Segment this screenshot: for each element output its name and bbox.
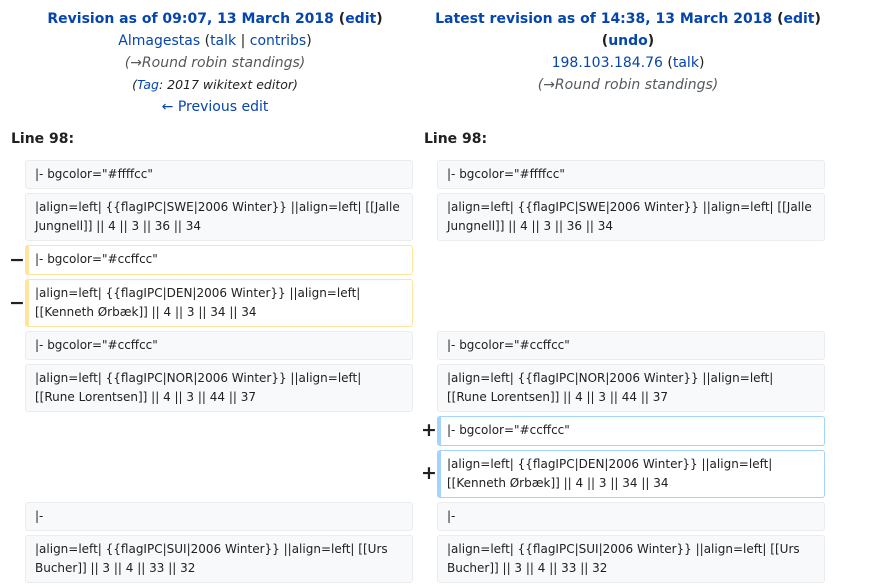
deleted-line: |align=left| {{flagIPC|DEN|2006 Winter}}… [25,279,413,327]
old-revision-header: Revision as of 09:07, 13 March 2018 (edi… [0,8,430,118]
context-line-new: |- [437,502,825,531]
tag-link[interactable]: Tag [137,77,159,92]
context-line-new: |- bgcolor="#ccffcc" [437,331,825,360]
new-edit-link[interactable]: edit [783,11,814,27]
previous-edit-link[interactable]: ← Previous edit [162,99,269,115]
undo-link[interactable]: undo [608,33,648,49]
context-line-new: |align=left| {{flagIPC|SWE|2006 Winter}}… [437,193,825,241]
new-user-talk-link[interactable]: talk [673,55,699,71]
new-revision-link[interactable]: Latest revision as of 14:38, 13 March 20… [435,11,772,27]
old-revision-link[interactable]: Revision as of 09:07, 13 March 2018 [47,11,334,27]
context-line-old: |align=left| {{flagIPC|SUI|2006 Winter}}… [25,535,413,583]
context-line-new: |align=left| {{flagIPC|SUI|2006 Winter}}… [437,535,825,583]
new-edit-summary: (→Round robin standings) [537,77,719,93]
context-line-old: |align=left| {{flagIPC|SWE|2006 Winter}}… [25,193,413,241]
context-line-old: |- bgcolor="#ffffcc" [25,160,413,189]
context-line-old: |- bgcolor="#ccffcc" [25,331,413,360]
plus-marker: + [421,419,437,441]
old-tag-line: (Tag: 2017 wikitext editor) [132,77,298,92]
old-user-contribs-link[interactable]: contribs [250,33,306,49]
deleted-line: |- bgcolor="#ccffcc" [25,245,413,275]
context-line-old: |align=left| {{flagIPC|NOR|2006 Winter}}… [25,364,413,412]
new-revision-header: Latest revision as of 14:38, 13 March 20… [412,8,844,96]
context-line-old: |- [25,502,413,531]
added-line: |- bgcolor="#ccffcc" [437,416,825,446]
minus-marker: − [9,249,25,271]
context-line-new: |- bgcolor="#ffffcc" [437,160,825,189]
old-edit-link[interactable]: edit [345,11,376,27]
context-line-new: |align=left| {{flagIPC|NOR|2006 Winter}}… [437,364,825,412]
old-edit-summary: (→Round robin standings) [124,55,306,71]
old-user-talk-link[interactable]: talk [210,33,236,49]
plus-marker: + [421,462,437,484]
old-line-number: Line 98: [11,131,75,147]
added-line: |align=left| {{flagIPC|DEN|2006 Winter}}… [437,450,825,498]
minus-marker: − [9,292,25,314]
old-user-link[interactable]: Almagestas [118,33,200,49]
new-line-number: Line 98: [424,131,488,147]
new-user-link[interactable]: 198.103.184.76 [552,55,663,71]
